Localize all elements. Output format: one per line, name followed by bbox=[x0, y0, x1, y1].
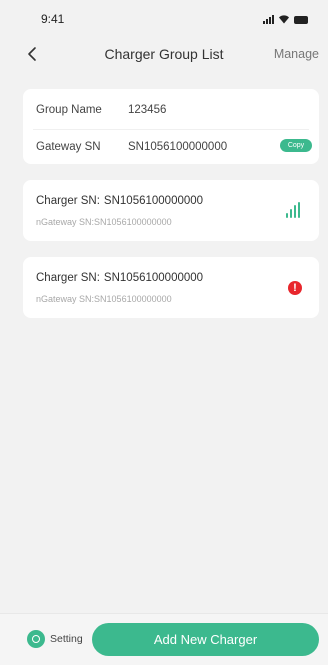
nav-bar: Charger Group List Manage bbox=[0, 40, 328, 68]
gateway-sn-label: nGateway SN bbox=[36, 217, 92, 227]
signal-bars-icon bbox=[286, 202, 300, 218]
gateway-sn-line: nGateway SN:SN1056100000000 bbox=[36, 294, 172, 304]
charger-sn-line: Charger SN: SN1056100000000 bbox=[36, 272, 203, 284]
copy-button[interactable]: Copy bbox=[280, 139, 312, 152]
cellular-signal-icon bbox=[263, 14, 274, 24]
charger-sn-label: Charger SN bbox=[36, 195, 97, 207]
charger-card[interactable]: Charger SN: SN1056100000000 nGateway SN:S… bbox=[23, 257, 319, 318]
charger-sn-value: SN1056100000000 bbox=[103, 272, 204, 284]
group-name-label: Group Name bbox=[36, 104, 102, 116]
gateway-sn-value: SN1056100000000 bbox=[94, 294, 172, 304]
screen: 9:41 Charger Group List Manage Group Nam… bbox=[0, 0, 328, 665]
add-new-charger-button[interactable]: Add New Charger bbox=[92, 623, 319, 656]
gateway-sn-value: SN1056100000000 bbox=[94, 217, 172, 227]
bottom-bar: Setting Add New Charger bbox=[0, 613, 328, 665]
gateway-sn-label: Gateway SN bbox=[36, 141, 101, 153]
manage-button[interactable]: Manage bbox=[274, 47, 319, 61]
group-info-card: Group Name 123456 Gateway SN SN105610000… bbox=[23, 89, 319, 164]
charger-sn-label: Charger SN bbox=[36, 272, 97, 284]
alert-icon: ! bbox=[288, 281, 302, 295]
gateway-sn-value: SN1056100000000 bbox=[128, 141, 228, 153]
status-bar: 9:41 bbox=[0, 0, 328, 40]
charger-card[interactable]: Charger SN: SN1056100000000 nGateway SN:S… bbox=[23, 180, 319, 241]
divider bbox=[33, 129, 309, 130]
charger-sn-value: SN1056100000000 bbox=[103, 195, 204, 207]
battery-icon bbox=[294, 16, 308, 24]
charger-sn-separator: : bbox=[96, 195, 100, 207]
group-name-value: 123456 bbox=[128, 104, 167, 116]
gear-icon bbox=[27, 630, 45, 648]
charger-sn-separator: : bbox=[96, 272, 100, 284]
gateway-sn-label: nGateway SN bbox=[36, 294, 92, 304]
group-name-row: Group Name 123456 bbox=[36, 104, 166, 116]
status-time: 9:41 bbox=[41, 12, 65, 26]
setting-button[interactable]: Setting bbox=[27, 629, 83, 649]
setting-label: Setting bbox=[50, 633, 83, 645]
gateway-sn-row: Gateway SN SN1056100000000 bbox=[36, 141, 227, 153]
charger-sn-line: Charger SN: SN1056100000000 bbox=[36, 195, 203, 207]
wifi-icon bbox=[279, 15, 289, 24]
status-icons bbox=[263, 12, 308, 24]
gateway-sn-line: nGateway SN:SN1056100000000 bbox=[36, 217, 172, 227]
